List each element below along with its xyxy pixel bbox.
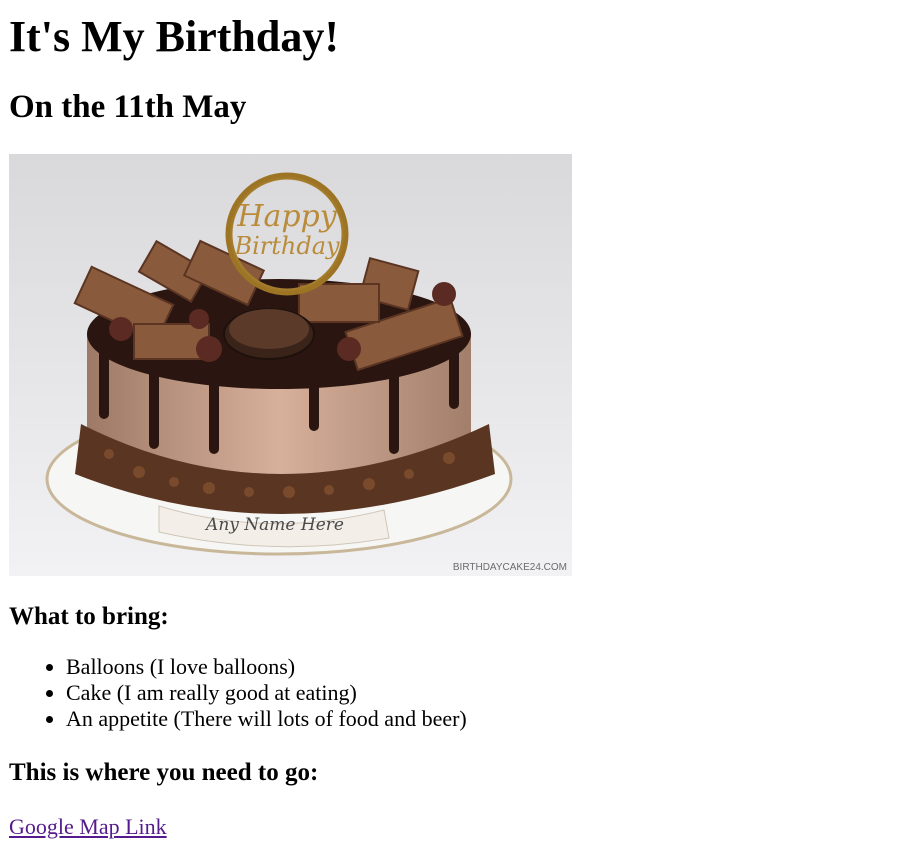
page-title: It's My Birthday!: [9, 12, 339, 61]
topper-text-1: Happy: [236, 199, 337, 234]
list-item: Cake (I am really good at eating): [66, 680, 922, 706]
name-plaque-text: Any Name Here: [204, 515, 344, 535]
location-heading: This is where you need to go:: [9, 759, 319, 786]
bring-heading: What to bring:: [9, 603, 169, 630]
topper-text-2: Birthday: [233, 232, 340, 260]
google-map-link[interactable]: Google Map Link: [9, 814, 167, 840]
bring-list: Balloons (I love balloons) Cake (I am re…: [9, 654, 922, 732]
birthday-cake-image: Happy Birthday Any Name Here BIRTHDAYCAK…: [9, 154, 572, 576]
list-item: Balloons (I love balloons): [66, 654, 922, 680]
list-item: An appetite (There will lots of food and…: [66, 706, 922, 732]
date-heading: On the 11th May: [9, 89, 247, 125]
page: It's My Birthday! On the 11th May Happy …: [0, 0, 922, 840]
watermark-text: BIRTHDAYCAKE24.COM: [453, 562, 567, 573]
